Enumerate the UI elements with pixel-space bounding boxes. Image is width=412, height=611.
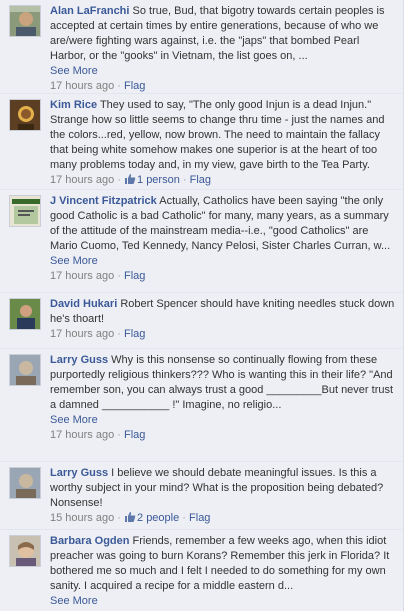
- see-more-link[interactable]: See More: [50, 64, 396, 79]
- comment-author[interactable]: Larry Guss: [50, 467, 108, 479]
- comment: Alan LaFranchi So true, Bud, that bigotr…: [0, 0, 402, 94]
- comment-author[interactable]: J Vincent Fitzpatrick: [50, 195, 157, 207]
- avatar[interactable]: [9, 99, 41, 131]
- thumbs-up-icon: [124, 512, 136, 522]
- comment-body: J Vincent Fitzpatrick Actually, Catholic…: [50, 194, 396, 284]
- comment-meta: 17 hours ago · Flag: [50, 328, 146, 340]
- thumbs-up-icon: [124, 174, 136, 184]
- comment-author[interactable]: Larry Guss: [50, 354, 108, 366]
- comment-timestamp: 17 hours ago: [50, 429, 115, 441]
- comment: Larry Guss I believe we should debate me…: [0, 462, 402, 530]
- see-more-link[interactable]: See More: [50, 413, 396, 428]
- comment-author[interactable]: Kim Rice: [50, 99, 97, 111]
- see-more-link[interactable]: See More: [50, 254, 396, 269]
- comment-timestamp: 15 hours ago: [50, 512, 115, 524]
- avatar[interactable]: [9, 535, 41, 567]
- flag-link[interactable]: Flag: [124, 429, 145, 441]
- comment: Larry Guss Why is this nonsense so conti…: [0, 349, 402, 462]
- comment: Barbara Ogden Friends, remember a few we…: [0, 530, 402, 611]
- comment-body: Kim Rice They used to say, "The only goo…: [50, 98, 396, 188]
- flag-link[interactable]: Flag: [189, 512, 210, 524]
- comment-meta: 15 hours ago · 2 people · Flag: [50, 512, 211, 524]
- comment-timestamp: 17 hours ago: [50, 328, 115, 340]
- comment-author[interactable]: Alan LaFranchi: [50, 5, 129, 17]
- avatar[interactable]: [9, 354, 41, 386]
- avatar[interactable]: [9, 5, 41, 37]
- comment-author[interactable]: David Hukari: [50, 298, 117, 310]
- comment-timestamp: 17 hours ago: [50, 174, 115, 186]
- flag-link[interactable]: Flag: [124, 270, 145, 282]
- avatar[interactable]: [9, 298, 41, 330]
- comment-text: They used to say, "The only good Injun i…: [50, 99, 385, 171]
- comment-body: Larry Guss Why is this nonsense so conti…: [50, 353, 396, 443]
- comment-timestamp: 17 hours ago: [50, 80, 115, 92]
- comment-meta: 17 hours ago · 1 person · Flag: [50, 174, 212, 186]
- comment-body: Larry Guss I believe we should debate me…: [50, 466, 396, 526]
- comment-timestamp: 17 hours ago: [50, 270, 115, 282]
- comment-body: Alan LaFranchi So true, Bud, that bigotr…: [50, 4, 396, 94]
- comment-feed: Alan LaFranchi So true, Bud, that bigotr…: [0, 0, 404, 611]
- flag-link[interactable]: Flag: [124, 328, 145, 340]
- comment-meta: 17 hours ago · Flag: [50, 429, 146, 441]
- comment-body: David Hukari Robert Spencer should have …: [50, 297, 396, 342]
- flag-link[interactable]: Flag: [190, 174, 211, 186]
- see-more-link[interactable]: See More: [50, 594, 396, 609]
- flag-link[interactable]: Flag: [124, 80, 145, 92]
- comment-author[interactable]: Barbara Ogden: [50, 535, 129, 547]
- like-count-link[interactable]: 2 people: [137, 512, 179, 524]
- avatar[interactable]: [9, 195, 41, 227]
- comment: J Vincent Fitzpatrick Actually, Catholic…: [0, 190, 402, 293]
- avatar[interactable]: [9, 467, 41, 499]
- like-count-link[interactable]: 1 person: [137, 174, 180, 186]
- comment-meta: 17 hours ago · Flag: [50, 270, 146, 282]
- comment-meta: 17 hours ago · Flag: [50, 80, 146, 92]
- comment: David Hukari Robert Spencer should have …: [0, 293, 402, 349]
- comment: Kim Rice They used to say, "The only goo…: [0, 94, 402, 190]
- comment-body: Barbara Ogden Friends, remember a few we…: [50, 534, 396, 609]
